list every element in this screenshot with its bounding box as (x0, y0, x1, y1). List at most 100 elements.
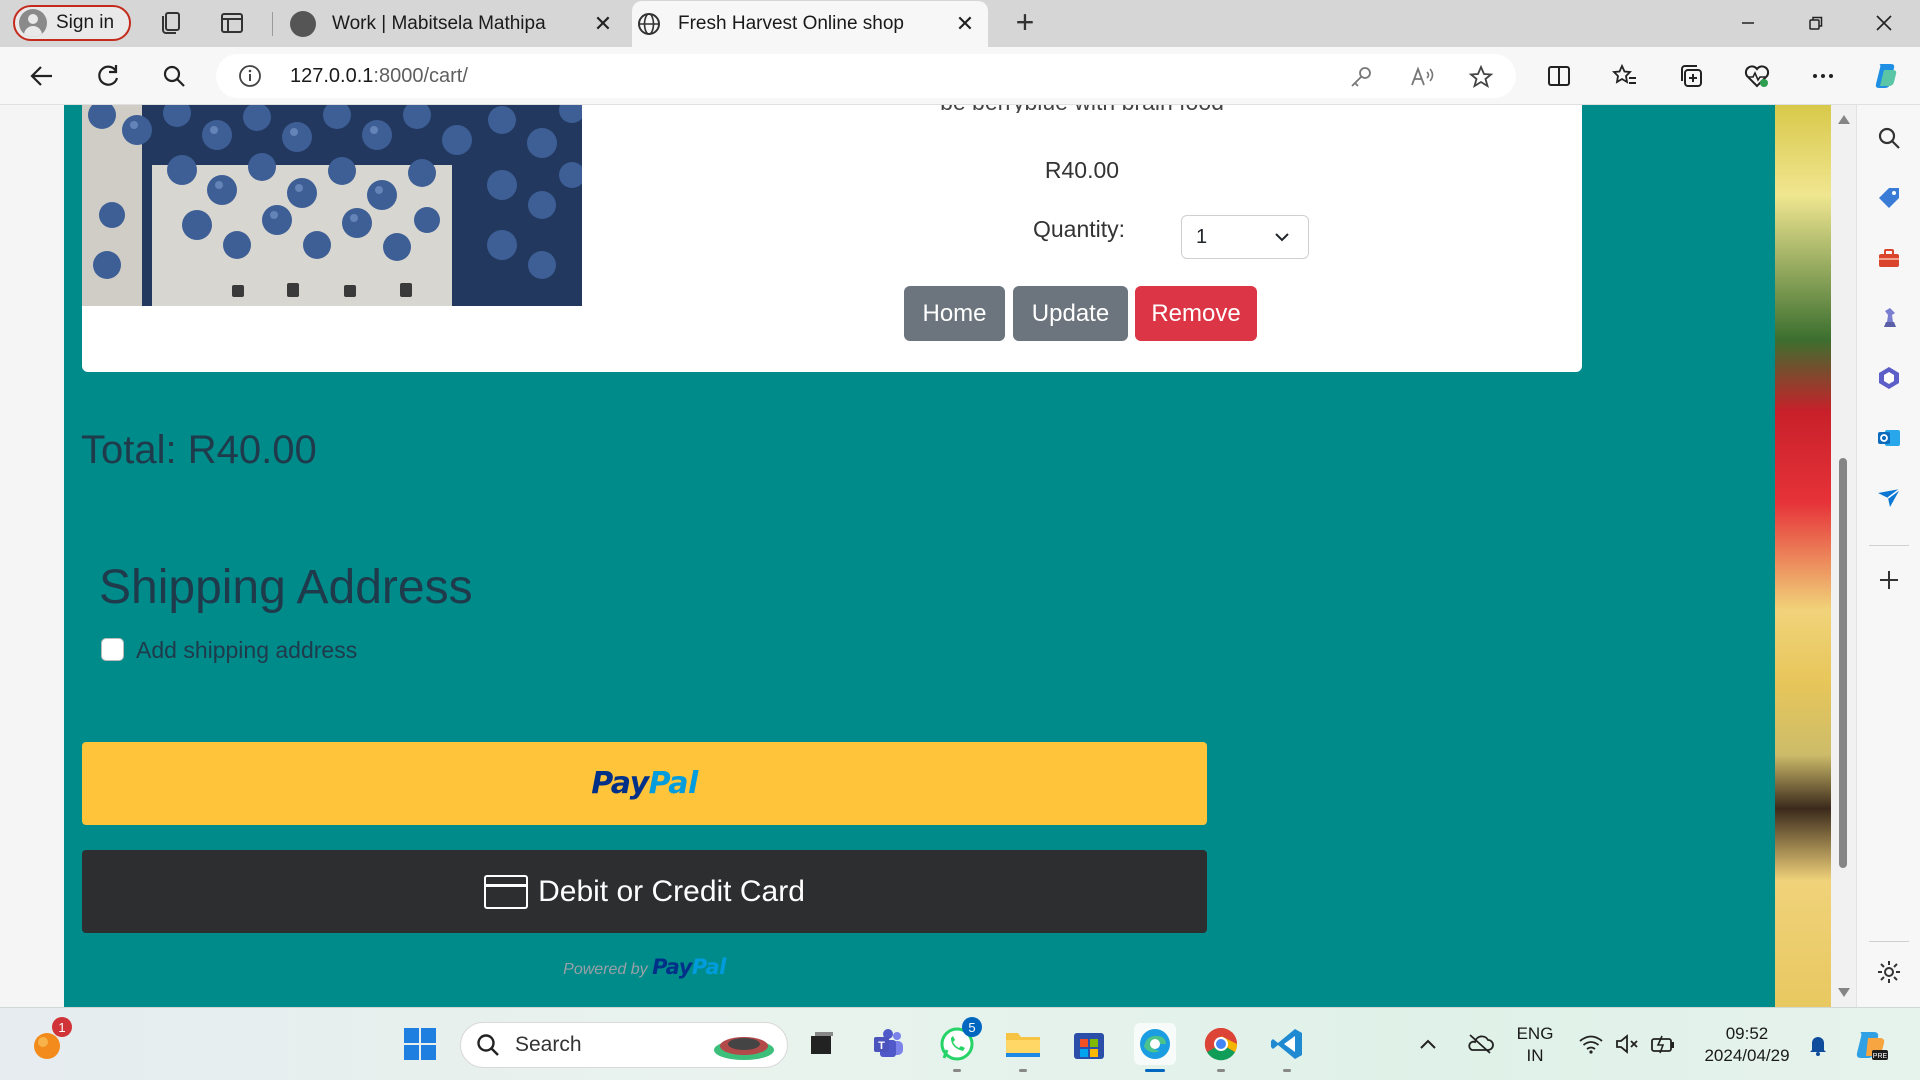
taskbar-task-view[interactable] (800, 1023, 842, 1065)
copilot-icon (1875, 64, 1897, 88)
key-icon[interactable] (1348, 64, 1374, 90)
taskbar-vscode[interactable] (1266, 1023, 1308, 1072)
minimize-button[interactable] (1726, 6, 1770, 40)
shipping-heading: Shipping Address (99, 561, 473, 614)
url-text[interactable]: 127.0.0.1:8000/cart/ (290, 65, 468, 88)
cart-item-card: be berryblue with brain food R40.00 Quan… (82, 105, 1582, 372)
paypal-small-logo: PayPal (652, 955, 726, 979)
refresh-icon (98, 65, 119, 86)
restore-button[interactable] (1794, 6, 1838, 40)
search-tab-button[interactable] (158, 60, 190, 92)
sidebar-shopping[interactable] (1874, 183, 1904, 213)
profile-signin-button[interactable]: Sign in (13, 5, 131, 41)
wifi-icon[interactable] (1578, 1033, 1604, 1055)
sidebar-search[interactable] (1874, 123, 1904, 153)
onedrive-offline-icon[interactable] (1466, 1032, 1494, 1056)
favorites-button[interactable] (1609, 60, 1641, 92)
scrollbar-thumb[interactable] (1839, 458, 1847, 868)
taskbar-chrome[interactable] (1200, 1023, 1242, 1072)
minimize-icon (1742, 22, 1754, 24)
scroll-up-arrow[interactable] (1838, 115, 1850, 124)
workspaces-icon[interactable] (157, 10, 183, 36)
copilot-preview-icon[interactable]: PRE (1852, 1026, 1890, 1064)
close-window-button[interactable] (1862, 6, 1906, 40)
settings-more-button[interactable] (1807, 60, 1839, 92)
back-button[interactable] (26, 60, 58, 92)
shipping-checkbox-label[interactable]: Add shipping address (136, 637, 357, 664)
credit-card-icon (484, 874, 529, 909)
outlook-icon (1878, 430, 1900, 446)
refresh-button[interactable] (92, 60, 124, 92)
taskbar-search-box[interactable]: Search (460, 1022, 788, 1068)
new-tab-button[interactable]: + (1010, 6, 1040, 38)
tab-work[interactable]: Work | Mabitsela Mathipa ✕ (286, 0, 626, 47)
quantity-select[interactable]: 1 (1181, 215, 1309, 259)
start-button[interactable] (399, 1023, 441, 1065)
whatsapp-unread-badge: 5 (962, 1017, 982, 1037)
favorite-star-icon[interactable] (1468, 64, 1494, 90)
close-tab-icon[interactable]: ✕ (952, 11, 978, 37)
taskbar-store[interactable] (1068, 1023, 1110, 1065)
collections-icon (1681, 65, 1702, 87)
signin-label: Sign in (56, 12, 115, 33)
chevron-up-icon[interactable] (1418, 1035, 1438, 1053)
page-scrollbar[interactable] (1831, 105, 1856, 1007)
send-plane-icon (1878, 488, 1901, 507)
arrow-left-icon (30, 66, 52, 86)
search-highlight-image (714, 1037, 774, 1060)
shipping-address-checkbox[interactable] (101, 638, 124, 661)
toolbox-icon (1879, 249, 1899, 267)
more-dots-icon (1813, 74, 1833, 78)
search-icon (163, 65, 185, 87)
split-screen-button[interactable] (1543, 60, 1575, 92)
page-content: be berryblue with brain food R40.00 Quan… (64, 105, 1775, 1007)
tab-title: Work | Mabitsela Mathipa (332, 12, 546, 34)
home-button[interactable]: Home (904, 286, 1005, 341)
sidebar-drop[interactable] (1874, 483, 1904, 513)
tab-favicon-avatar (290, 10, 316, 37)
debit-credit-card-button[interactable]: Debit or Credit Card (82, 850, 1207, 933)
collections-button[interactable] (1675, 60, 1707, 92)
taskbar-whatsapp[interactable]: 5 (936, 1017, 982, 1072)
vertical-tabs-icon[interactable] (219, 10, 245, 36)
chess-piece-icon (1884, 308, 1896, 327)
scroll-down-arrow[interactable] (1838, 988, 1850, 997)
system-clock[interactable]: 09:52 2024/04/29 (1696, 1023, 1798, 1067)
restore-icon (1809, 16, 1823, 30)
sidebar-m365[interactable] (1874, 363, 1904, 393)
sidebar-tools[interactable] (1874, 243, 1904, 273)
remove-button[interactable]: Remove (1135, 286, 1257, 341)
close-tab-icon[interactable]: ✕ (590, 11, 616, 37)
battery-charging-icon[interactable] (1650, 1033, 1676, 1055)
language-indicator[interactable]: ENG IN (1510, 1023, 1560, 1067)
sidebar-outlook[interactable] (1874, 423, 1904, 453)
plus-icon (1880, 571, 1898, 589)
taskbar-file-explorer[interactable] (1002, 1023, 1044, 1072)
site-info-icon[interactable] (238, 64, 262, 88)
taskbar-notification-app[interactable]: 1 (26, 1017, 72, 1065)
card-button-label: Debit or Credit Card (538, 874, 805, 908)
read-aloud-icon[interactable] (1409, 64, 1435, 90)
copilot-button[interactable] (1870, 60, 1902, 92)
notification-bell-icon[interactable] (1806, 1033, 1830, 1057)
search-icon (477, 1034, 499, 1056)
paypal-button[interactable]: PayPal (82, 742, 1207, 825)
update-button[interactable]: Update (1013, 286, 1128, 341)
taskbar-edge[interactable] (1134, 1023, 1176, 1072)
chrome-icon (1204, 1027, 1238, 1061)
browser-essentials-button[interactable] (1741, 60, 1773, 92)
taskbar-teams[interactable]: T (868, 1023, 910, 1065)
folder-icon (1006, 1033, 1040, 1057)
sidebar-settings[interactable] (1874, 957, 1904, 987)
tab-fresh-harvest[interactable]: Fresh Harvest Online shop ✕ (632, 1, 988, 47)
url-path: :8000/cart/ (373, 65, 468, 87)
address-bar[interactable]: 127.0.0.1:8000/cart/ (216, 54, 1516, 98)
sidebar-add[interactable] (1874, 565, 1904, 595)
sidebar-games[interactable] (1874, 303, 1904, 333)
quantity-label: Quantity: (1033, 216, 1126, 242)
product-description: be berryblue with brain food (582, 105, 1582, 113)
heart-pulse-icon (1744, 65, 1770, 88)
volume-muted-icon[interactable] (1614, 1033, 1640, 1055)
product-image-blueberries (82, 105, 582, 306)
notification-badge: 1 (52, 1017, 72, 1037)
